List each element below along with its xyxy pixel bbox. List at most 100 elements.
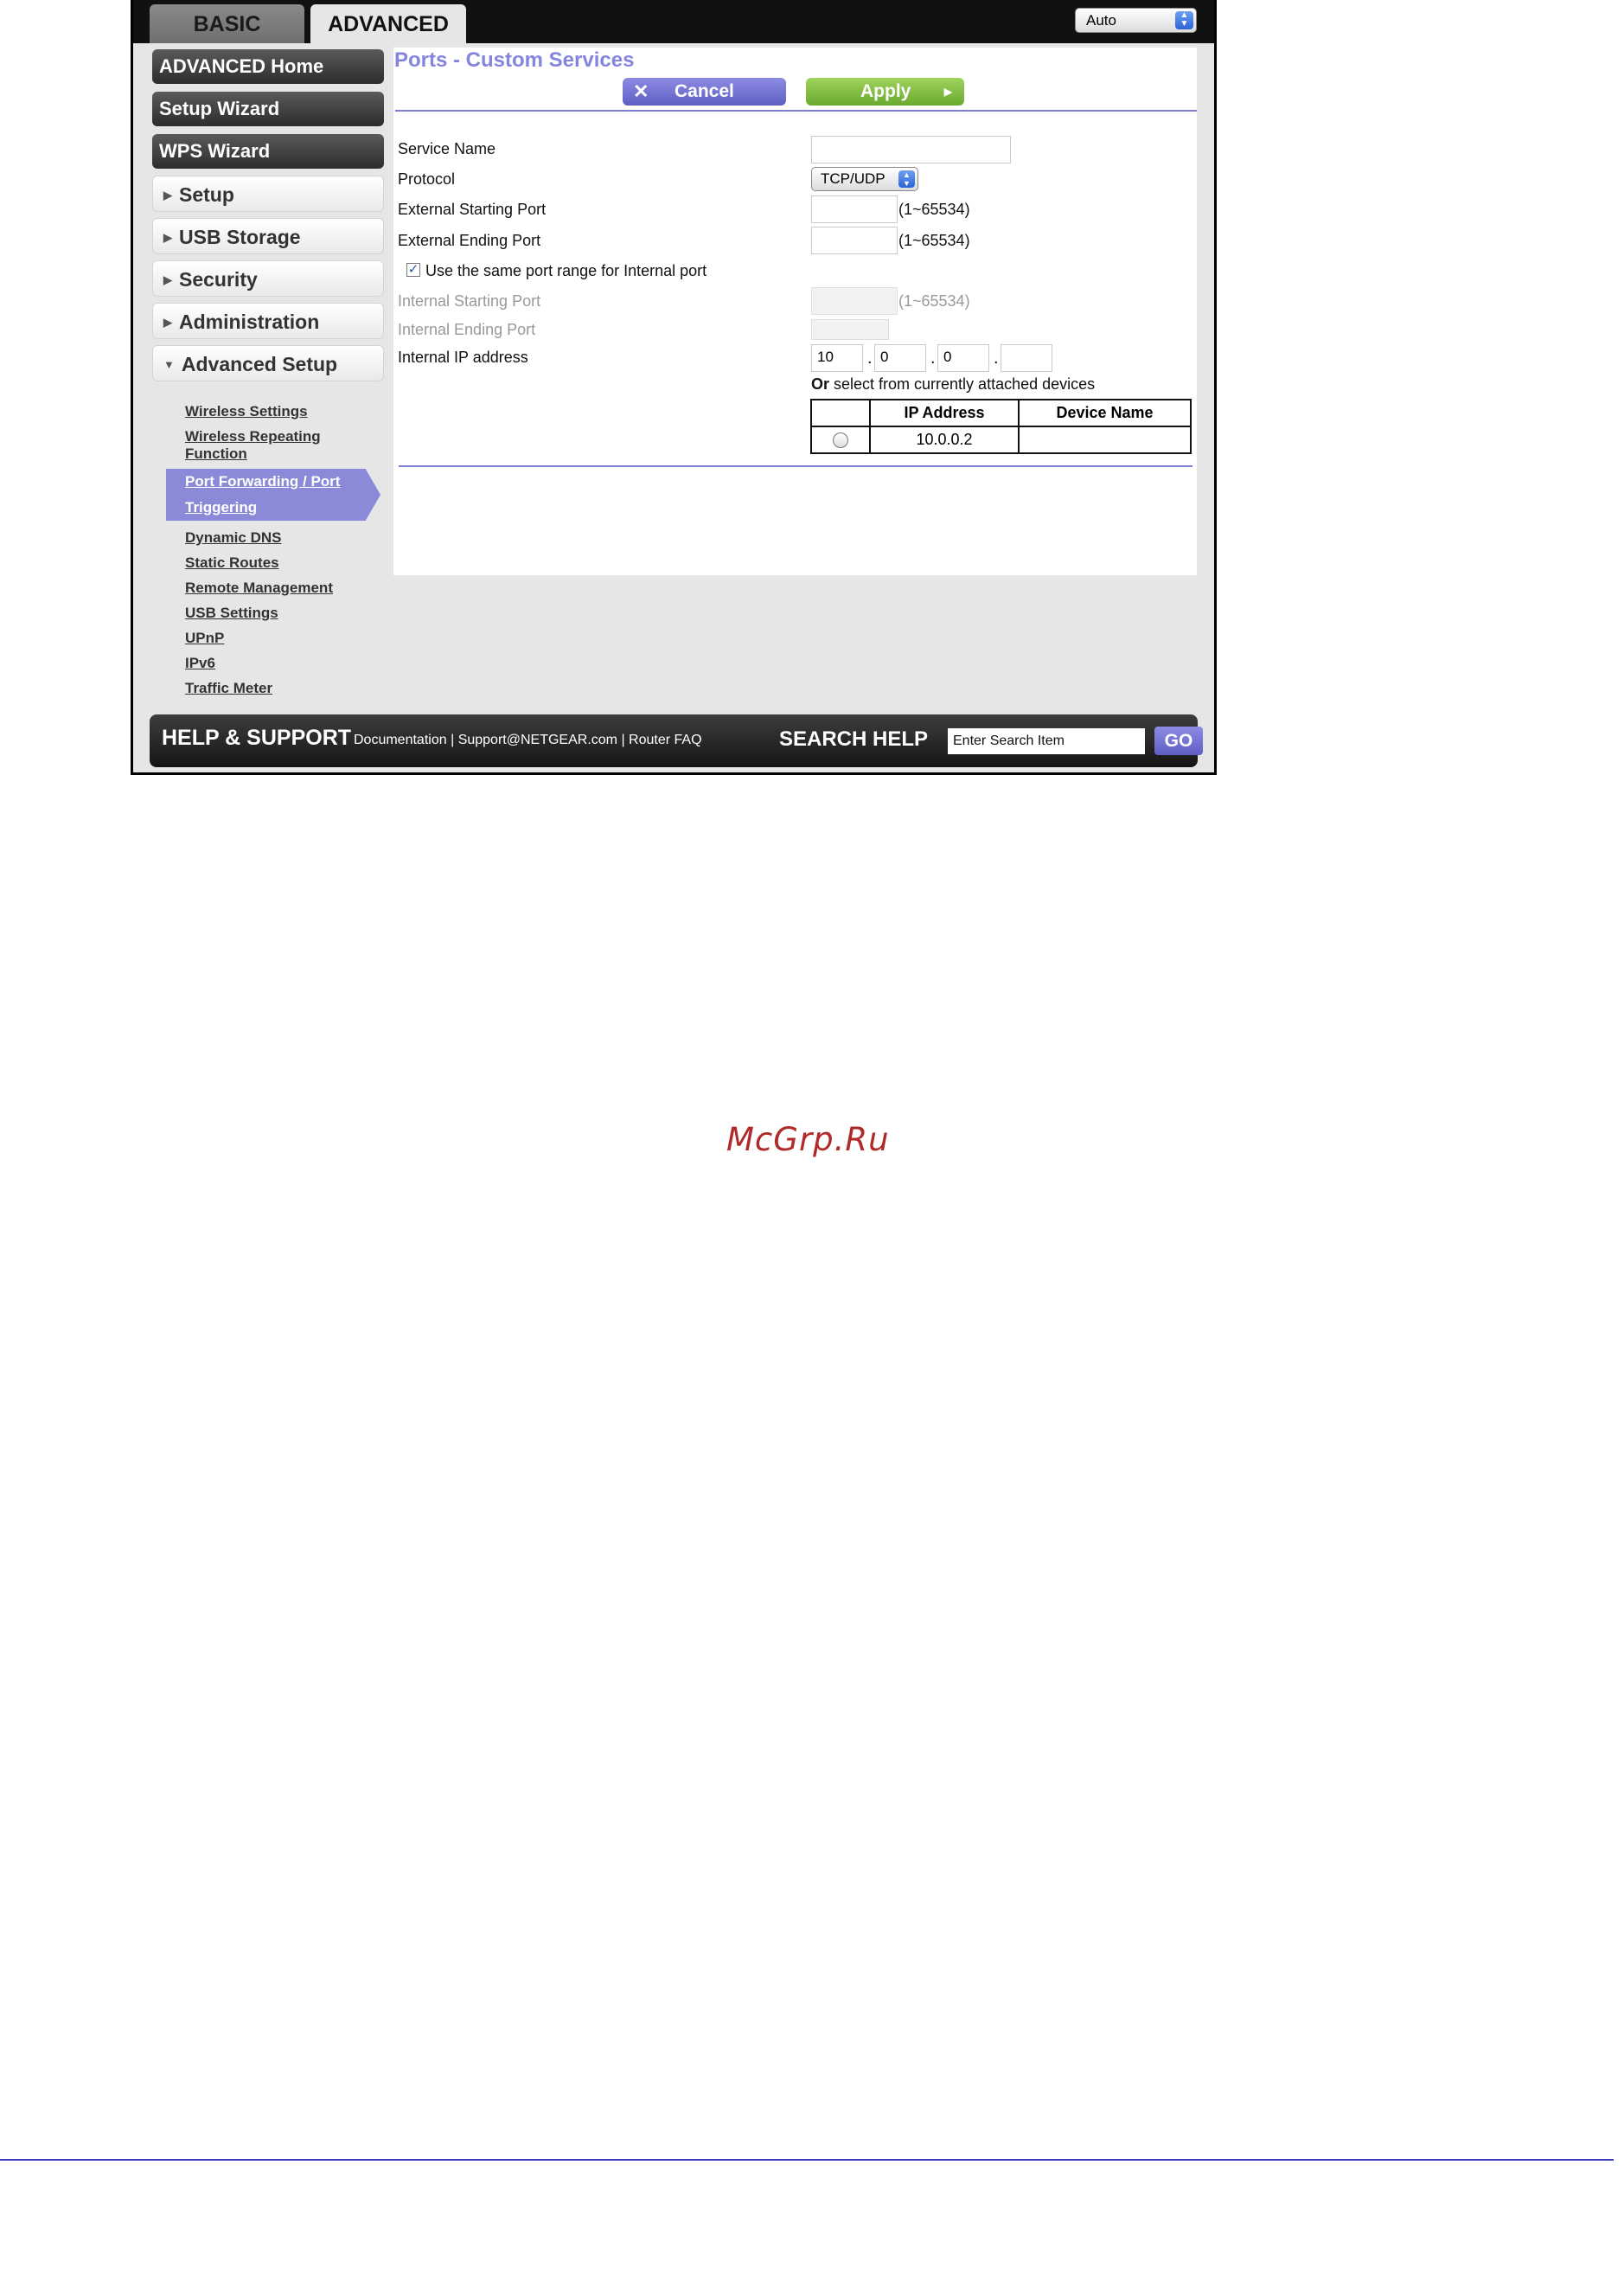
cancel-button-label: Cancel xyxy=(675,81,734,101)
select-spinner-icon: ▲ ▼ xyxy=(1175,11,1193,29)
ip-octet-1[interactable]: 10 xyxy=(811,344,863,372)
tab-basic[interactable]: BASIC xyxy=(150,4,304,43)
link-support-email[interactable]: Support@NETGEAR.com xyxy=(458,733,617,747)
sidebar-item-traffic-meter[interactable]: Traffic Meter xyxy=(185,680,272,697)
watermark-text: McGrp.Ru xyxy=(726,1121,890,1158)
cancel-button[interactable]: ✕ Cancel xyxy=(623,78,786,106)
ip-dot: . xyxy=(867,349,873,368)
ip-octet-4[interactable] xyxy=(1001,344,1052,372)
attached-devices-table: IP Address Device Name 10.0.0.2 xyxy=(810,399,1192,454)
device-radio-button[interactable] xyxy=(833,432,848,449)
same-port-range-label: Use the same port range for Internal por… xyxy=(425,262,707,279)
sidebar-section-security[interactable]: ▶ Security xyxy=(152,260,384,297)
page-footer-rule xyxy=(0,2159,1614,2161)
protocol-label: Protocol xyxy=(398,170,456,188)
table-cell-select xyxy=(810,426,871,454)
sidebar-item-usb-settings[interactable]: USB Settings xyxy=(185,605,278,622)
divider xyxy=(399,465,1192,467)
play-arrow-icon: ▶ xyxy=(943,86,952,98)
search-input[interactable]: Enter Search Item xyxy=(948,728,1145,754)
sidebar-item-label: Triggering xyxy=(185,499,258,516)
sidebar-wps-wizard[interactable]: WPS Wizard xyxy=(152,134,384,169)
protocol-select[interactable]: TCP/UDP ▲ ▼ xyxy=(811,167,918,191)
close-icon: ✕ xyxy=(633,80,649,102)
attached-devices-caption-rest: select from currently attached devices xyxy=(829,375,1096,393)
help-support-bar: HELP & SUPPORT Documentation | Support@N… xyxy=(150,714,1203,767)
go-button[interactable]: GO xyxy=(1154,727,1203,755)
page-title: Ports - Custom Services xyxy=(394,48,635,72)
sidebar-section-administration[interactable]: ▶ Administration xyxy=(152,303,384,339)
apply-button[interactable]: Apply ▶ xyxy=(806,78,964,106)
link-documentation[interactable]: Documentation xyxy=(354,733,447,747)
table-cell-device-name xyxy=(1018,426,1192,454)
internal-starting-port-label: Internal Starting Port xyxy=(398,292,541,310)
sidebar-advanced-home[interactable]: ADVANCED Home xyxy=(152,49,384,84)
ip-dot: . xyxy=(994,349,999,368)
port-range-hint: (1~65534) xyxy=(898,201,970,218)
service-name-input[interactable] xyxy=(811,136,1011,163)
sidebar-section-label: Administration xyxy=(179,311,320,333)
sidebar-item-label: Function xyxy=(185,445,247,462)
table-row: 10.0.0.2 xyxy=(810,426,1192,454)
sidebar-section-label: Advanced Setup xyxy=(181,353,338,375)
tab-advanced[interactable]: ADVANCED xyxy=(310,4,466,43)
table-header-device-name: Device Name xyxy=(1018,399,1192,427)
port-range-hint: (1~65534) xyxy=(898,292,970,310)
link-separator: | xyxy=(451,733,458,747)
external-ending-port-input[interactable] xyxy=(811,227,898,254)
sidebar-item-label: Port Forwarding / Port xyxy=(185,473,341,490)
sidebar-section-setup[interactable]: ▶ Setup xyxy=(152,176,384,212)
internal-starting-port-input[interactable] xyxy=(811,287,898,315)
table-header-ip: IP Address xyxy=(869,399,1020,427)
port-range-hint: (1~65534) xyxy=(898,232,970,249)
link-router-faq[interactable]: Router FAQ xyxy=(629,733,701,747)
sidebar-setup-wizard[interactable]: Setup Wizard xyxy=(152,92,384,126)
ip-dot: . xyxy=(930,349,936,368)
external-starting-port-label: External Starting Port xyxy=(398,201,547,218)
sidebar-section-label: USB Storage xyxy=(179,226,301,248)
divider xyxy=(395,110,1197,112)
triangle-right-icon: ▶ xyxy=(163,231,172,244)
sidebar-item-port-forwarding[interactable]: Port Forwarding / Port Triggering xyxy=(166,469,380,521)
sidebar-item-ipv6[interactable]: IPv6 xyxy=(185,655,215,672)
sidebar-item-dynamic-dns[interactable]: Dynamic DNS xyxy=(185,529,281,547)
table-cell-ip: 10.0.0.2 xyxy=(869,426,1020,454)
internal-ending-port-input[interactable] xyxy=(811,319,889,340)
sidebar-item-label: Wireless Repeating xyxy=(185,428,321,445)
attached-devices-caption-bold: Or xyxy=(811,375,830,393)
search-help-title: SEARCH HELP xyxy=(779,727,929,751)
sidebar-item-remote-management[interactable]: Remote Management xyxy=(185,580,333,597)
sidebar-item-upnp[interactable]: UPnP xyxy=(185,630,224,647)
help-support-title: HELP & SUPPORT xyxy=(162,726,352,750)
attached-devices-caption: Or select from currently attached device… xyxy=(811,375,1095,394)
link-separator: | xyxy=(621,733,630,747)
sidebar-section-advanced-setup[interactable]: ▼ Advanced Setup xyxy=(152,345,384,381)
content-panel xyxy=(393,48,1197,575)
help-links: Documentation | Support@NETGEAR.com | Ro… xyxy=(354,733,702,748)
triangle-right-icon: ▶ xyxy=(163,189,172,202)
internal-ip-label: Internal IP address xyxy=(398,349,528,366)
internal-ending-port-label: Internal Ending Port xyxy=(398,321,536,338)
apply-button-label: Apply xyxy=(860,81,911,101)
language-select-value: Auto xyxy=(1086,12,1116,29)
language-select[interactable]: Auto ▲ ▼ xyxy=(1075,8,1197,33)
sidebar-section-usb-storage[interactable]: ▶ USB Storage xyxy=(152,218,384,254)
sidebar-section-label: Setup xyxy=(179,183,234,206)
triangle-down-icon: ▼ xyxy=(163,358,175,371)
protocol-select-value: TCP/UDP xyxy=(821,170,886,187)
external-ending-port-label: External Ending Port xyxy=(398,232,541,249)
sidebar-item-static-routes[interactable]: Static Routes xyxy=(185,554,279,572)
table-header-select xyxy=(810,399,871,427)
sidebar-item-wireless-repeating[interactable]: Wireless Repeating Function xyxy=(185,428,321,463)
ip-octet-2[interactable]: 0 xyxy=(874,344,926,372)
service-name-label: Service Name xyxy=(398,140,496,157)
external-starting-port-input[interactable] xyxy=(811,195,898,223)
same-port-range-checkbox[interactable]: ✓ xyxy=(406,263,420,277)
sidebar-item-wireless-settings[interactable]: Wireless Settings xyxy=(185,403,308,420)
select-spinner-icon: ▲ ▼ xyxy=(898,170,915,188)
ip-octet-3[interactable]: 0 xyxy=(937,344,989,372)
router-ui-screenshot: BASIC ADVANCED Auto ▲ ▼ ADVANCED Home Set… xyxy=(131,0,1217,775)
triangle-right-icon: ▶ xyxy=(163,273,172,286)
sidebar-section-label: Security xyxy=(179,268,258,291)
router-ui: BASIC ADVANCED Auto ▲ ▼ ADVANCED Home Set… xyxy=(133,0,1214,772)
